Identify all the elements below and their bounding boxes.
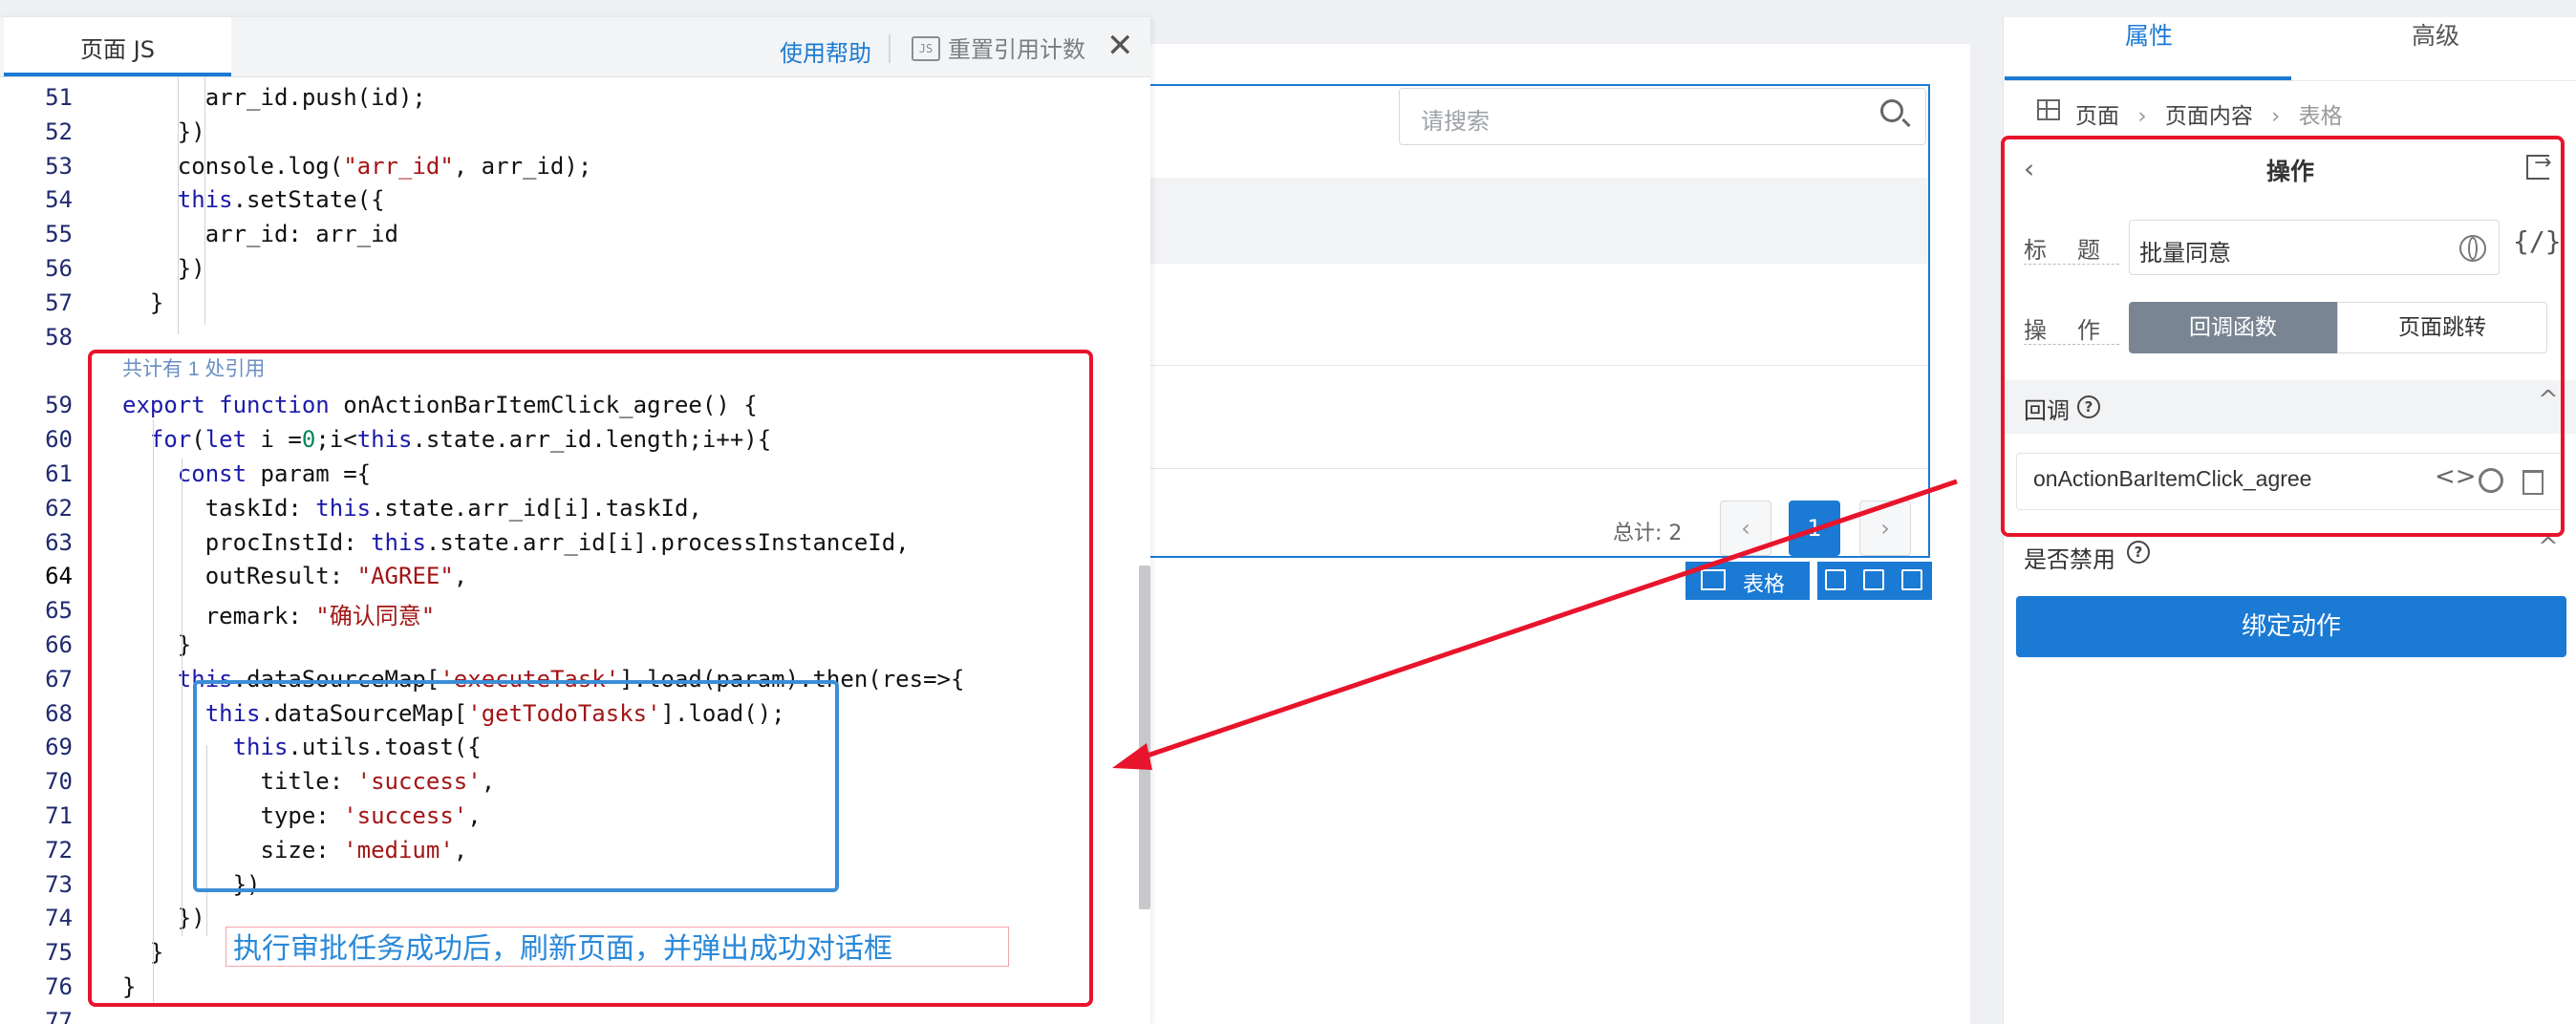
line-number: 62 — [45, 494, 73, 522]
selection-toolbar — [1817, 562, 1932, 600]
indent-guide — [178, 76, 179, 334]
chevron-up-icon[interactable]: ^ — [2538, 533, 2559, 562]
search-icon[interactable] — [1880, 99, 1903, 122]
pager-next-button[interactable]: › — [1859, 501, 1911, 556]
line-number: 76 — [45, 973, 73, 1000]
highlight-box — [2001, 136, 2565, 537]
help-link[interactable]: 使用帮助 — [780, 34, 871, 68]
selection-tag-table[interactable]: 表格 — [1685, 562, 1810, 600]
table-header — [1148, 178, 1928, 264]
line-number: 69 — [45, 734, 73, 761]
line-number: 72 — [45, 836, 73, 864]
code-line: this.setState({ — [177, 186, 385, 214]
trash-icon[interactable] — [1901, 569, 1922, 590]
chevron-right-icon: › — [2137, 104, 2147, 129]
highlight-box — [88, 350, 1093, 1007]
line-number: 55 — [45, 221, 73, 248]
tab-properties[interactable]: 属性 — [2125, 17, 2173, 52]
tab-label: 页面 JS — [80, 36, 155, 63]
code-line: }) — [122, 255, 205, 282]
help-icon[interactable]: ? — [2127, 541, 2150, 564]
line-number: 77 — [45, 1007, 73, 1024]
table-row — [1148, 365, 1928, 366]
code-line: console.log("arr_id", arr_id); — [122, 152, 592, 180]
search-input[interactable]: 请搜索 — [1399, 88, 1926, 145]
highlight-box — [193, 680, 839, 892]
breadcrumb-item-page[interactable]: 页面 — [2075, 104, 2119, 129]
line-number: 64 — [45, 563, 73, 590]
line-number: 63 — [45, 528, 73, 556]
line-number: 74 — [45, 905, 73, 932]
divider — [2005, 80, 2576, 81]
line-number: 71 — [45, 802, 73, 829]
line-number: 73 — [45, 870, 73, 898]
line-number: 54 — [45, 186, 73, 214]
search-placeholder: 请搜索 — [1421, 108, 1490, 135]
code-line: arr_id: arr_id — [122, 221, 398, 248]
line-number: 52 — [45, 117, 73, 145]
line-number: 58 — [45, 323, 73, 351]
line-number: 61 — [45, 460, 73, 487]
chevron-right-icon: › — [2271, 104, 2281, 129]
breadcrumb: 页面 › 页面内容 › 表格 — [2075, 97, 2354, 130]
indent-guide — [204, 76, 205, 325]
table-row — [1148, 468, 1928, 469]
scrollbar[interactable] — [1139, 565, 1150, 909]
js-icon: JS — [912, 36, 940, 61]
tab-advanced[interactable]: 高级 — [2412, 17, 2459, 52]
line-number: 60 — [45, 426, 73, 454]
divider — [889, 34, 891, 63]
line-number: 70 — [45, 768, 73, 796]
table-component-selected[interactable] — [1147, 84, 1930, 558]
disabled-label: 是否禁用 — [2024, 546, 2115, 573]
line-number: 56 — [45, 255, 73, 282]
copy-icon[interactable] — [1825, 569, 1846, 590]
grid-icon — [1701, 569, 1726, 590]
duplicate-icon[interactable] — [1863, 569, 1884, 590]
total-count: 总计: 2 — [1613, 522, 1683, 545]
code-line: } — [122, 288, 164, 316]
pager-prev-button[interactable]: ‹ — [1720, 501, 1771, 556]
line-number: 51 — [45, 84, 73, 111]
line-number: 57 — [45, 288, 73, 316]
bind-action-button[interactable]: 绑定动作 — [2016, 596, 2566, 657]
code-line: }) — [122, 117, 205, 145]
close-icon[interactable]: ✕ — [1106, 27, 1134, 65]
breadcrumb-item-content[interactable]: 页面内容 — [2165, 104, 2253, 129]
line-number: 75 — [45, 939, 73, 967]
annotation-note: 执行审批任务成功后，刷新页面，并弹出成功对话框 — [233, 932, 892, 966]
line-number: 66 — [45, 631, 73, 658]
grid-icon — [2037, 99, 2060, 120]
line-number: 68 — [45, 699, 73, 727]
line-number: 59 — [45, 392, 73, 419]
line-number: 65 — [45, 597, 73, 625]
breadcrumb-item-table: 表格 — [2298, 104, 2343, 129]
line-number: 53 — [45, 152, 73, 180]
tab-page-js[interactable]: 页面 JS — [4, 17, 231, 76]
code-line: arr_id.push(id); — [122, 84, 426, 111]
pager-page-1[interactable]: 1 — [1789, 501, 1840, 556]
line-number: 67 — [45, 665, 73, 693]
selection-tag-label: 表格 — [1743, 573, 1786, 597]
reset-reference-count-button[interactable]: 重置引用计数 — [948, 31, 1085, 64]
